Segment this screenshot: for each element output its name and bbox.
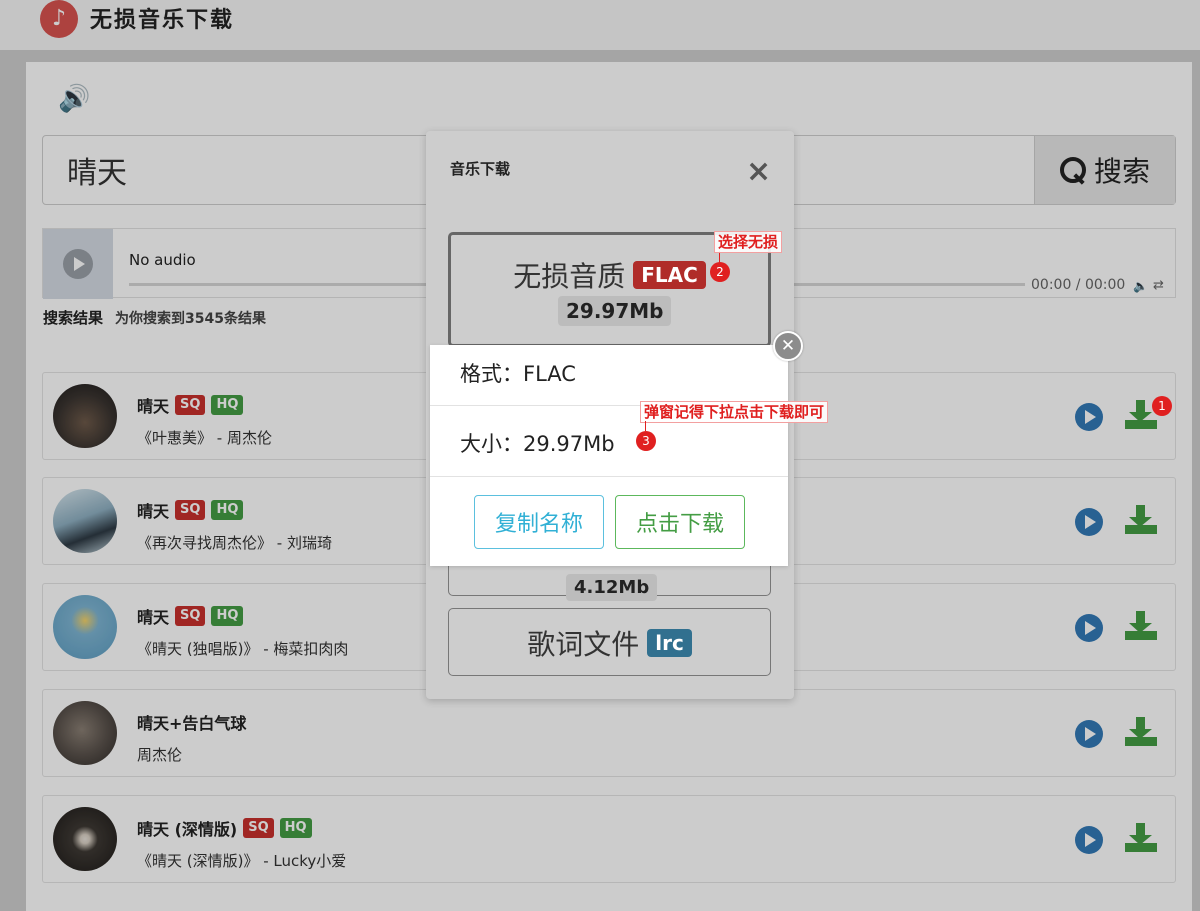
lyrics-option[interactable]: 歌词文件 lrc xyxy=(448,608,771,676)
annotation-3-line xyxy=(645,421,646,431)
popup-close-icon[interactable]: ✕ xyxy=(773,331,803,361)
lyrics-label: 歌词文件 lrc xyxy=(449,623,770,663)
lrc-badge: lrc xyxy=(647,629,692,657)
quality-size: 4.12Mb xyxy=(566,574,658,601)
format-text: 格式：FLAC xyxy=(460,362,576,386)
close-icon[interactable]: × xyxy=(746,157,771,187)
annotation-marker-3: 3 xyxy=(636,431,656,451)
lyrics-label-text: 歌词文件 xyxy=(527,628,640,661)
download-button[interactable]: 点击下载 xyxy=(615,495,745,549)
format-row: 格式：FLAC xyxy=(430,345,788,406)
annotation-2-label: 选择无损 xyxy=(714,231,783,253)
annotation-3-label: 弹窗记得下拉点击下载即可 xyxy=(640,401,829,423)
copy-name-button[interactable]: 复制名称 xyxy=(474,495,604,549)
size-text: 大小：29.97Mb xyxy=(460,432,615,456)
lossless-label-text: 无损音质 xyxy=(513,260,626,293)
annotation-marker-2: 2 xyxy=(710,262,730,282)
modal-title: 音乐下载 xyxy=(450,160,511,178)
file-info-popup: 格式：FLAC 大小：29.97Mb 复制名称 点击下载 xyxy=(430,345,788,566)
lossless-size: 29.97Mb xyxy=(558,296,672,326)
annotation-marker-1: 1 xyxy=(1152,396,1172,416)
flac-badge: FLAC xyxy=(633,261,706,289)
